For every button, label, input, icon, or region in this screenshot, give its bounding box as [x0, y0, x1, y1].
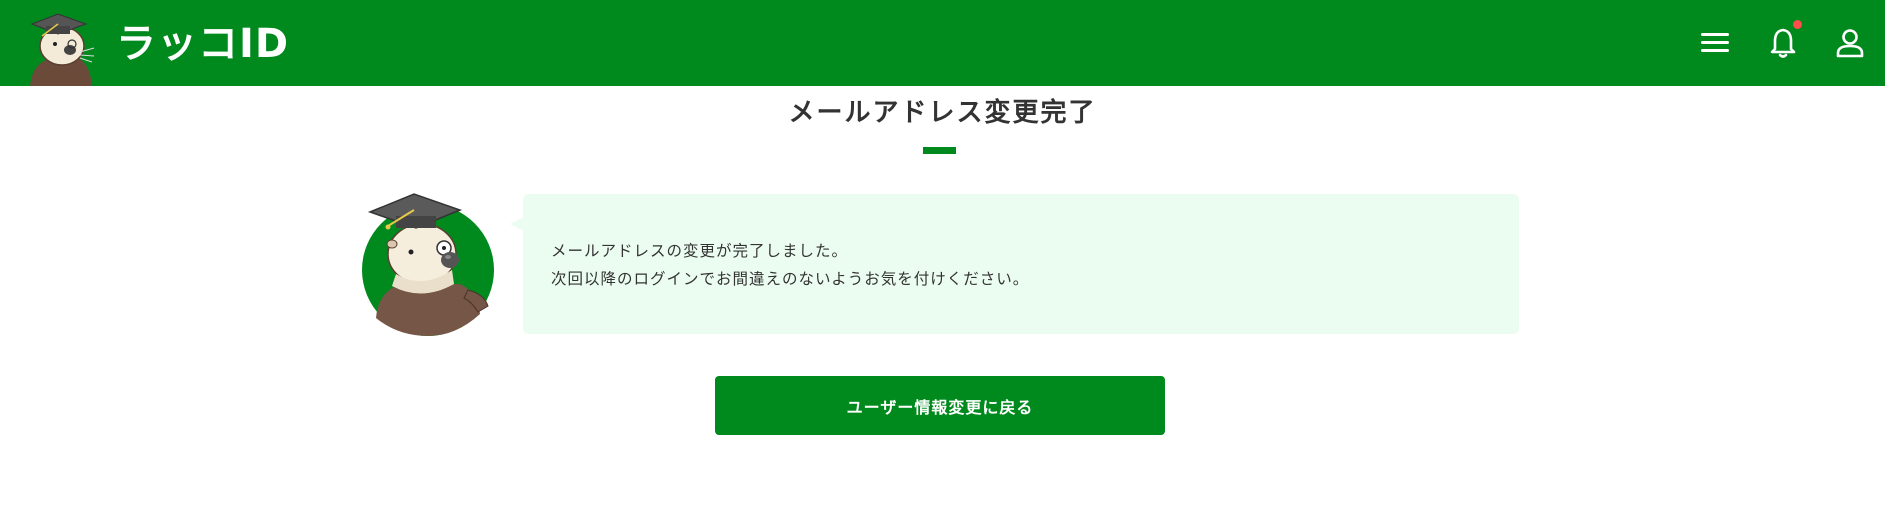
title-underline: [923, 147, 956, 154]
sea-otter-professor-avatar: [362, 193, 494, 336]
page-title: メールアドレス変更完了: [788, 98, 1097, 128]
logo-text[interactable]: ラッコID: [116, 20, 289, 68]
message-bubble: [523, 194, 1519, 334]
message-line-2: 次回以降のログインでお間違えのないようお気を付けください。: [551, 270, 1030, 288]
hamburger-menu-icon[interactable]: [1697, 25, 1733, 61]
bell-icon[interactable]: [1765, 25, 1801, 61]
speech-bubble-tail: [510, 217, 524, 231]
notification-badge: [1793, 20, 1802, 29]
message-line-1: メールアドレスの変更が完了しました。: [551, 242, 849, 260]
site-header: ラッコID: [0, 0, 1885, 86]
back-to-user-info-button[interactable]: ユーザー情報変更に戻る: [715, 376, 1165, 435]
sea-otter-mascot-icon[interactable]: [28, 8, 108, 86]
user-icon[interactable]: [1832, 25, 1868, 61]
